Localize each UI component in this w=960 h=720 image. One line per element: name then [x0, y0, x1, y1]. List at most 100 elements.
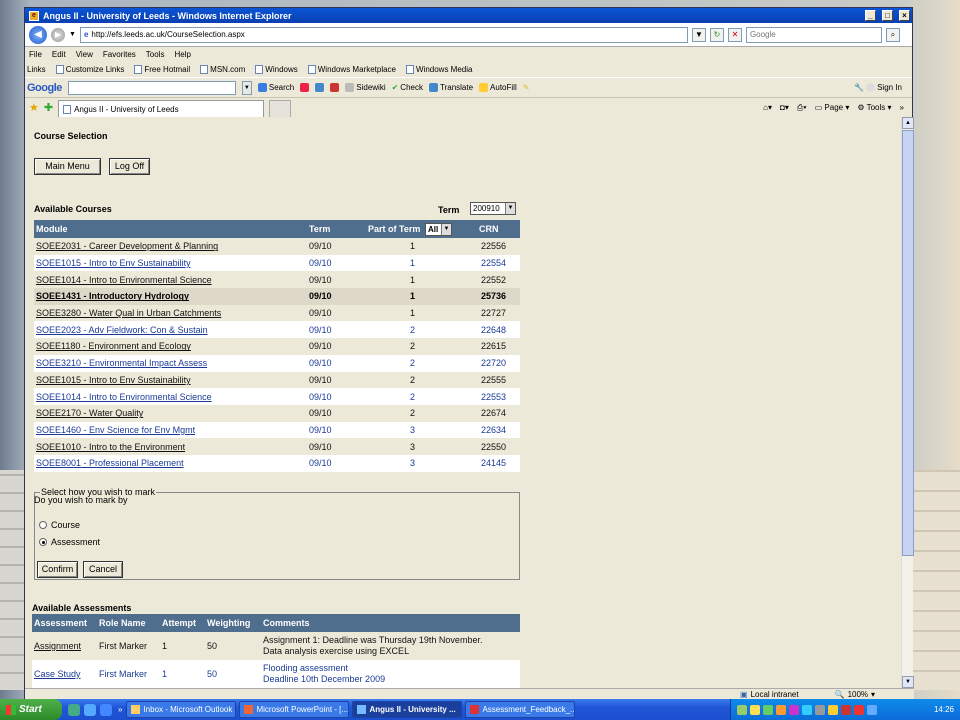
module-link[interactable]: SOEE1015 - Intro to Env Sustainability — [34, 254, 307, 272]
home-icon[interactable]: ⌂▾ — [763, 103, 772, 113]
google-search-input[interactable] — [67, 80, 236, 95]
autofill-button[interactable]: AutoFill — [479, 83, 517, 92]
table-row[interactable]: SOEE1180 - Environment and Ecology 09/10 2… — [34, 338, 520, 355]
menu-help[interactable]: Help — [174, 50, 190, 59]
module-link[interactable]: SOEE1460 - Env Science for Env Mgmt — [34, 421, 307, 439]
history-dropdown-icon[interactable]: ▼ — [69, 31, 76, 38]
link-windows[interactable]: Windows — [255, 65, 298, 74]
confirm-button[interactable]: Confirm — [37, 561, 78, 578]
taskbar-outlook[interactable]: Inbox - Microsoft Outlook — [126, 701, 237, 718]
menu-file[interactable]: File — [29, 50, 42, 59]
show-desktop-icon[interactable] — [68, 703, 80, 716]
tray-icon[interactable] — [763, 704, 773, 715]
module-link[interactable]: SOEE2170 - Water Quality — [34, 404, 307, 422]
table-row[interactable]: SOEE2031 - Career Development & Planning… — [34, 238, 520, 255]
maximize-button[interactable]: □ — [882, 10, 893, 21]
module-link[interactable]: SOEE3280 - Water Qual in Urban Catchment… — [34, 304, 307, 322]
menu-view[interactable]: View — [76, 50, 93, 59]
scroll-thumb[interactable] — [902, 130, 914, 556]
module-link[interactable]: SOEE2031 - Career Development & Planning — [34, 238, 307, 255]
link-marketplace[interactable]: Windows Marketplace — [307, 65, 396, 74]
ie-quicklaunch-icon[interactable] — [84, 703, 96, 716]
more-chevron-icon[interactable]: » — [900, 103, 904, 113]
quicklaunch-chevron-icon[interactable]: » — [118, 705, 122, 714]
tray-icon[interactable] — [815, 704, 825, 715]
search-input[interactable] — [745, 26, 882, 43]
module-link[interactable]: SOEE1015 - Intro to Env Sustainability — [34, 371, 307, 389]
vertical-scrollbar[interactable]: ▲ ▼ — [901, 117, 914, 688]
module-link[interactable]: SOEE1010 - Intro to the Environment — [34, 438, 307, 455]
table-row[interactable]: SOEE1015 - Intro to Env Sustainability 09… — [34, 371, 520, 389]
sign-in-button[interactable]: 🔧 Sign In — [854, 83, 912, 92]
table-row[interactable]: SOEE1431 - Introductory Hydrology 09/10 1 2… — [34, 288, 520, 305]
module-link[interactable]: SOEE1014 - Intro to Environmental Scienc… — [34, 388, 307, 405]
table-row[interactable]: SOEE3280 - Water Qual in Urban Catchment… — [34, 304, 520, 322]
table-row[interactable]: SOEE1014 - Intro to Environmental Scienc… — [34, 388, 520, 405]
main-menu-button[interactable]: Main Menu — [34, 158, 101, 175]
log-off-button[interactable]: Log Off — [109, 158, 150, 175]
link-msn[interactable]: MSN.com — [200, 65, 245, 74]
radio-assessment[interactable]: Assessment — [39, 537, 100, 547]
google-tool-3[interactable] — [330, 83, 340, 92]
module-link[interactable]: SOEE1014 - Intro to Environmental Scienc… — [34, 271, 307, 289]
zoom-control[interactable]: 🔍 100% ▾ — [835, 690, 875, 699]
tab-angus[interactable]: Angus II - University of Leeds — [58, 99, 265, 118]
assessment-link[interactable]: Assignment — [32, 632, 97, 660]
link-customize[interactable]: Customize Links — [55, 65, 124, 74]
google-tool-2[interactable] — [315, 83, 325, 92]
address-dropdown-button[interactable]: ▼ — [691, 27, 706, 42]
table-row[interactable]: SOEE8001 - Professional Placement 09/10 3 2… — [34, 454, 520, 472]
taskbar-document[interactable]: Assessment_Feedback_... — [465, 701, 576, 718]
link-hotmail[interactable]: Free Hotmail — [134, 65, 190, 74]
menu-tools[interactable]: Tools — [146, 50, 165, 59]
check-button[interactable]: ✔ Check — [392, 83, 423, 92]
module-link[interactable]: SOEE3210 - Environmental Impact Assess — [34, 354, 307, 372]
google-dropdown-button[interactable]: ▼ — [241, 80, 252, 95]
translate-button[interactable]: Translate — [428, 83, 473, 92]
tools-menu[interactable]: ⚙ Tools ▾ — [857, 103, 891, 113]
table-row[interactable]: SOEE3210 - Environmental Impact Assess 09… — [34, 354, 520, 372]
new-tab-button[interactable] — [269, 99, 292, 118]
close-button[interactable]: × — [899, 10, 910, 21]
tray-icon[interactable] — [737, 704, 747, 715]
assessment-link[interactable]: Case Study — [32, 660, 97, 688]
tray-icon[interactable] — [867, 704, 877, 715]
radio-course[interactable]: Course — [39, 520, 80, 530]
start-button[interactable]: Start — [0, 699, 62, 720]
google-search-button[interactable]: Search — [257, 83, 294, 92]
minimize-button[interactable]: _ — [865, 10, 876, 21]
forward-button[interactable]: ▶ — [51, 27, 65, 42]
table-row[interactable]: SOEE1460 - Env Science for Env Mgmt 09/10… — [34, 421, 520, 439]
menu-favorites[interactable]: Favorites — [103, 50, 136, 59]
cancel-button[interactable]: Cancel — [83, 561, 123, 578]
term-select[interactable]: 200910 ▼ — [470, 202, 516, 215]
module-link[interactable]: SOEE8001 - Professional Placement — [34, 454, 307, 472]
tray-icon[interactable] — [802, 704, 812, 715]
tray-icon[interactable] — [750, 704, 760, 715]
scroll-up-icon[interactable]: ▲ — [902, 117, 914, 129]
taskbar-ie[interactable]: Angus II - University ... — [352, 701, 463, 718]
tray-icon[interactable] — [828, 704, 838, 715]
module-link[interactable]: SOEE1180 - Environment and Ecology — [34, 338, 307, 355]
table-row[interactable]: SOEE2170 - Water Quality 09/10 2 22674 — [34, 404, 520, 422]
taskbar-powerpoint[interactable]: Microsoft PowerPoint - [... — [239, 701, 350, 718]
print-icon[interactable]: ⎙▾ — [797, 103, 807, 113]
part-filter-select[interactable]: All ▼ — [425, 223, 452, 236]
back-button[interactable]: ◀ — [29, 25, 47, 44]
sidewiki-button[interactable]: Sidewiki — [345, 83, 386, 92]
tray-icon[interactable] — [854, 704, 864, 715]
media-player-icon[interactable] — [100, 703, 112, 716]
module-link[interactable]: SOEE2023 - Adv Fieldwork: Con & Sustain — [34, 321, 307, 339]
page-menu[interactable]: ▭ Page ▾ — [815, 103, 850, 113]
menu-edit[interactable]: Edit — [52, 50, 66, 59]
tray-icon[interactable] — [789, 704, 799, 715]
table-row[interactable]: SOEE1014 - Intro to Environmental Scienc… — [34, 271, 520, 289]
radio-course-dot[interactable] — [39, 521, 47, 529]
tray-icon[interactable] — [841, 704, 851, 715]
link-windows-media[interactable]: Windows Media — [406, 65, 472, 74]
feeds-icon[interactable]: ◘▾ — [780, 103, 789, 113]
tray-icon[interactable] — [776, 704, 786, 715]
refresh-button[interactable]: ↻ — [709, 27, 724, 42]
stop-button[interactable]: ✕ — [727, 27, 742, 42]
address-bar[interactable]: e http://efs.leeds.ac.uk/CourseSelection… — [79, 26, 688, 43]
